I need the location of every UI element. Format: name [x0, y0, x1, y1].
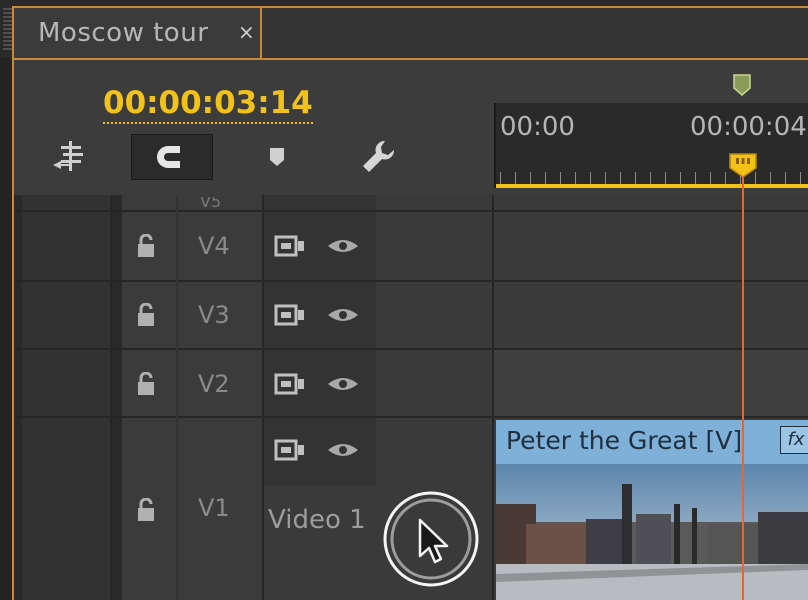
track-name-v1: V1: [198, 494, 230, 522]
track-target-column: [22, 195, 110, 600]
track-label-video-1[interactable]: Video 1: [268, 505, 366, 535]
ruler-time-label: 00:00:04: [690, 112, 807, 142]
track-name-v3: V3: [198, 301, 230, 329]
track-divider: [14, 210, 808, 212]
fx-badge[interactable]: fx: [780, 426, 808, 454]
panel-tab-bar: Moscow tour ×: [0, 0, 808, 58]
track-divider: [14, 416, 808, 418]
track-name-v2: V2: [198, 370, 230, 398]
marker-icon[interactable]: [733, 74, 751, 96]
playhead-timecode[interactable]: 00:00:03:14: [103, 84, 313, 124]
ruler-time-clip: 00:00:04: [690, 112, 808, 146]
snap-button[interactable]: [131, 134, 213, 180]
track-name-v5: V5: [200, 197, 222, 207]
lock-icon[interactable]: [136, 303, 156, 327]
lock-icon[interactable]: [136, 498, 156, 522]
playhead-handle[interactable]: [728, 152, 758, 178]
sync-lock-icon[interactable]: [274, 372, 308, 396]
track-divider: [14, 348, 808, 350]
column-divider: [176, 195, 178, 600]
eye-icon[interactable]: [326, 305, 360, 325]
eye-icon[interactable]: [326, 236, 360, 256]
add-marker-button[interactable]: [262, 134, 292, 180]
video-clip[interactable]: Peter the Great [V] fx: [496, 420, 808, 600]
sync-lock-icon[interactable]: [274, 303, 308, 327]
lock-icon[interactable]: [136, 234, 156, 258]
lock-icon[interactable]: [136, 372, 156, 396]
insert-edit-button[interactable]: [44, 134, 94, 180]
insert-edit-icon: [53, 141, 83, 171]
clip-title-bar: Peter the Great [V] fx: [496, 420, 808, 464]
ruler-time-label: 00:00: [500, 112, 575, 142]
sync-lock-icon[interactable]: [274, 438, 308, 462]
clip-name: Peter the Great [V]: [506, 426, 743, 455]
cursor-pointer-icon: [383, 491, 479, 587]
eye-icon[interactable]: [326, 440, 360, 460]
track-divider: [14, 280, 808, 282]
timeline-settings-button[interactable]: [356, 134, 402, 180]
snap-magnet-icon: [157, 146, 180, 168]
timeline-panel: Moscow tour × 00:00:03:14 00:00 00:00:04…: [0, 0, 808, 600]
column-divider: [262, 195, 264, 600]
track-content-v2[interactable]: [494, 350, 808, 418]
close-icon[interactable]: ×: [238, 20, 255, 44]
ruler-ticks: [500, 172, 808, 184]
eye-icon[interactable]: [326, 374, 360, 394]
tab-label: Moscow tour: [38, 18, 209, 48]
wrench-icon: [363, 140, 395, 172]
add-marker-icon: [270, 148, 284, 166]
tab-bar-empty: [262, 6, 808, 58]
work-area-bar[interactable]: [496, 184, 808, 188]
clip-thumbnail: [496, 464, 808, 600]
column-divider: [492, 195, 494, 600]
column-divider: [110, 195, 112, 600]
tab-moscow-tour[interactable]: Moscow tour ×: [12, 6, 262, 58]
playhead-line[interactable]: [742, 176, 744, 600]
sync-lock-icon[interactable]: [274, 234, 308, 258]
track-name-v4: V4: [198, 232, 230, 260]
